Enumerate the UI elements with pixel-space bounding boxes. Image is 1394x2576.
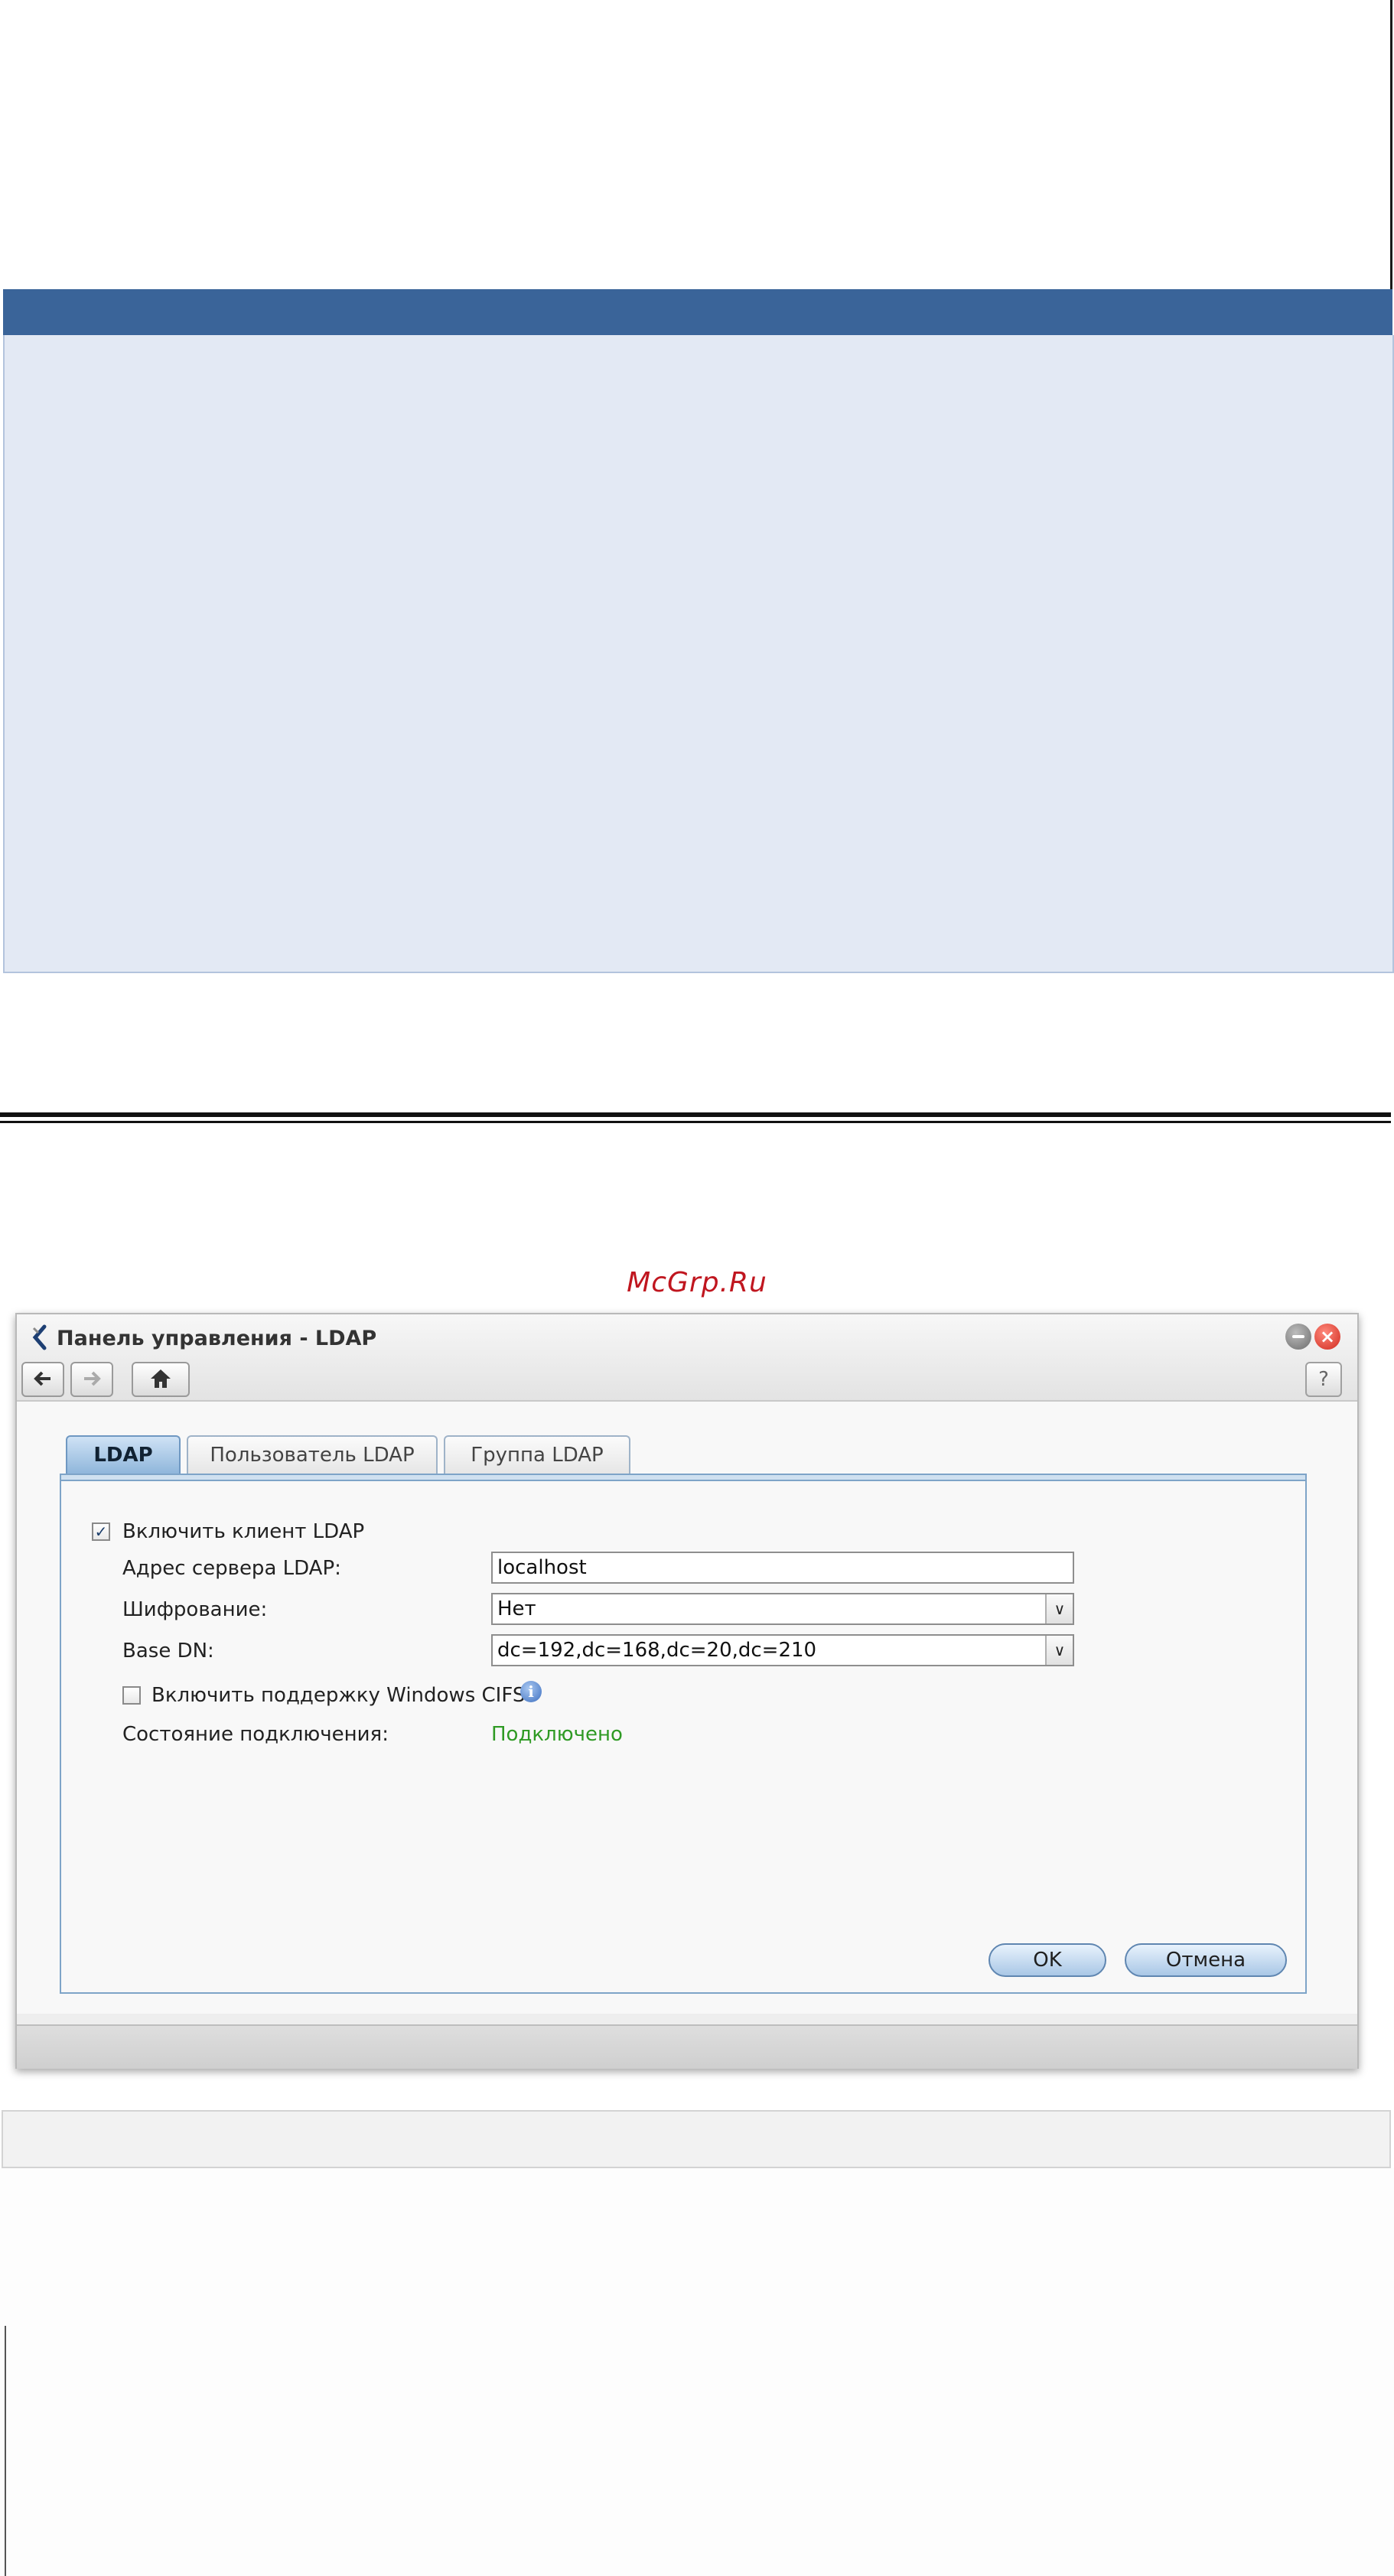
help-button[interactable]: ?: [1305, 1362, 1342, 1397]
encryption-value: Нет: [497, 1597, 536, 1620]
cancel-button[interactable]: Отмена: [1125, 1943, 1287, 1977]
vertical-rule-left: [5, 2326, 6, 2576]
base-dn-select[interactable]: dc=192,dc=168,dc=20,dc=210 ∨: [491, 1634, 1074, 1666]
horizontal-rule-thin: [0, 1121, 1391, 1123]
control-panel-icon: [32, 1324, 47, 1350]
connection-status-value: Подключено: [491, 1723, 623, 1746]
connection-status-label: Состояние подключения:: [122, 1723, 389, 1746]
window-titlebar[interactable]: Панель управления - LDAP × ?: [17, 1314, 1357, 1402]
forward-button[interactable]: [70, 1362, 113, 1397]
tab-ldap-group[interactable]: Группа LDAP: [444, 1435, 630, 1474]
close-button[interactable]: ×: [1314, 1324, 1340, 1350]
lower-blank-area: [0, 2168, 1394, 2576]
enable-cifs-label: Включить поддержку Windows CIFS: [151, 1684, 526, 1707]
encryption-select[interactable]: Нет ∨: [491, 1593, 1074, 1625]
blue-header-bar: [3, 289, 1392, 335]
arrow-left-icon: [34, 1371, 50, 1386]
server-address-input[interactable]: localhost: [491, 1552, 1074, 1584]
watermark-text: McGrp.Ru: [627, 1267, 767, 1298]
arrow-right-icon: [84, 1371, 101, 1386]
info-icon[interactable]: i: [520, 1681, 542, 1702]
window-title: Панель управления - LDAP: [57, 1327, 377, 1350]
base-dn-value: dc=192,dc=168,dc=20,dc=210: [497, 1639, 817, 1662]
dialog-statusbar: [17, 2024, 1357, 2069]
chevron-down-icon[interactable]: ∨: [1045, 1594, 1073, 1623]
horizontal-rule: [0, 1112, 1391, 1117]
base-dn-label: Base DN:: [122, 1640, 214, 1663]
enable-ldap-label: Включить клиент LDAP: [122, 1520, 365, 1543]
encryption-label: Шифрование:: [122, 1598, 268, 1621]
ok-button[interactable]: OK: [989, 1943, 1106, 1977]
minimize-button[interactable]: [1285, 1324, 1311, 1350]
back-button[interactable]: [21, 1362, 64, 1397]
enable-ldap-checkbox[interactable]: ✓: [92, 1522, 110, 1541]
tab-ldap-user[interactable]: Пользователь LDAP: [187, 1435, 438, 1474]
enable-cifs-checkbox[interactable]: [122, 1686, 141, 1705]
tab-ldap[interactable]: LDAP: [66, 1435, 181, 1474]
vertical-rule: [1390, 0, 1392, 291]
server-label: Адрес сервера LDAP:: [122, 1557, 341, 1580]
gray-footer-bar: [2, 2110, 1391, 2168]
blue-content-panel: [3, 335, 1394, 973]
chevron-down-icon[interactable]: ∨: [1045, 1636, 1073, 1665]
home-button[interactable]: [132, 1362, 190, 1397]
home-icon: [151, 1369, 171, 1388]
close-icon: ×: [1319, 1326, 1336, 1347]
